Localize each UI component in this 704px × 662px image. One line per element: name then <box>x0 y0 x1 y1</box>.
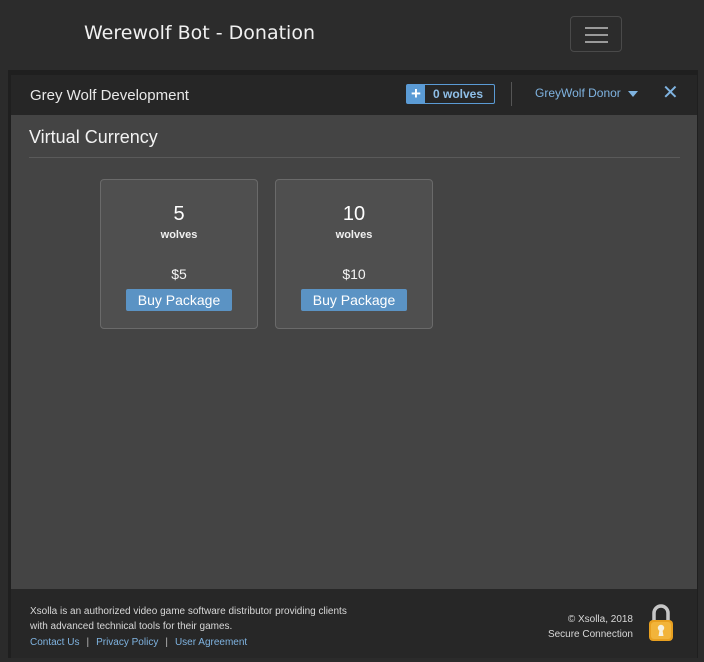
section-divider <box>29 157 680 158</box>
close-icon[interactable]: ✕ <box>662 83 679 103</box>
package-amount: 10 <box>342 203 366 225</box>
link-separator: | <box>165 637 168 648</box>
caret-down-icon[interactable] <box>628 91 638 97</box>
footer: Xsolla is an authorized video game softw… <box>11 589 697 658</box>
package-card[interactable]: 5 wolves $5 Buy Package <box>100 179 258 329</box>
buy-package-button[interactable]: Buy Package <box>126 289 232 311</box>
package-price: $5 <box>171 266 187 282</box>
secure-connection-text: Secure Connection <box>547 629 633 640</box>
legal-line: Xsolla is an authorized video game softw… <box>30 606 347 617</box>
user-agreement-link[interactable]: User Agreement <box>175 637 247 648</box>
padlock-icon <box>649 604 673 641</box>
hamburger-icon <box>585 27 608 29</box>
legal-text: Xsolla is an authorized video game softw… <box>30 604 360 634</box>
package-card[interactable]: 10 wolves $10 Buy Package <box>275 179 433 329</box>
section-title: Virtual Currency <box>29 127 158 147</box>
site-navbar: Werewolf Bot - Donation <box>0 0 704 70</box>
contact-us-link[interactable]: Contact Us <box>30 637 79 648</box>
hamburger-icon-line <box>585 34 608 36</box>
paystation-header: Grey Wolf Development + 0 wolves GreyWol… <box>11 75 697 115</box>
link-separator: | <box>86 637 90 648</box>
package-amount: 5 <box>173 203 185 225</box>
main-content: Virtual Currency 5 wolves $5 Buy Package… <box>11 115 697 589</box>
buy-package-button[interactable]: Buy Package <box>301 289 407 311</box>
hamburger-icon-line <box>585 41 608 43</box>
package-unit: wolves <box>160 229 198 241</box>
secure-info: © Xsolla, 2018 Secure Connection <box>548 612 633 642</box>
header-divider <box>511 82 512 106</box>
plus-icon: + <box>407 85 425 103</box>
merchant-name: Grey Wolf Development <box>30 87 189 104</box>
menu-toggle-button[interactable] <box>570 16 622 52</box>
site-title[interactable]: Werewolf Bot - Donation <box>84 22 315 44</box>
privacy-policy-link[interactable]: Privacy Policy <box>96 637 158 648</box>
package-unit: wolves <box>335 229 373 241</box>
copyright-text: © Xsolla, 2018 <box>567 614 633 625</box>
balance-button[interactable]: + 0 wolves <box>406 84 495 104</box>
balance-value: 0 wolves <box>433 87 484 101</box>
package-price: $10 <box>342 266 366 282</box>
footer-links: Contact Us | Privacy Policy | User Agreement <box>30 637 247 648</box>
user-menu[interactable]: GreyWolf Donor <box>535 86 621 100</box>
legal-line: with advanced technical tools for their … <box>30 621 233 632</box>
